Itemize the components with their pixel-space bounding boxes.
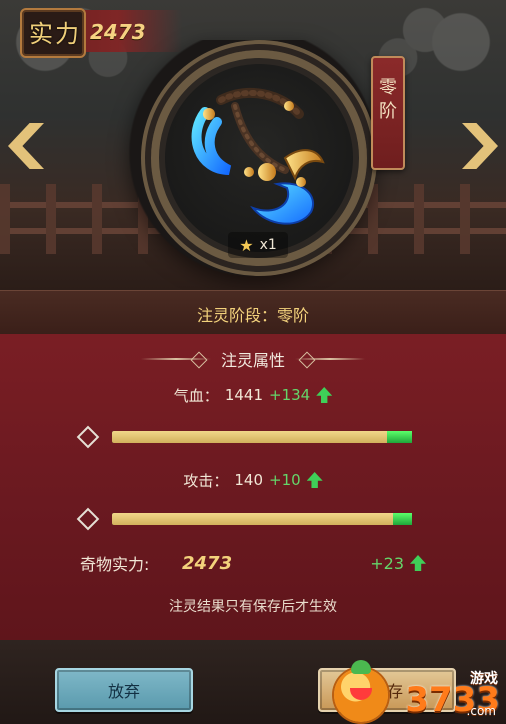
hp-bar-row: [76, 425, 426, 449]
cancel-button[interactable]: 放弃: [55, 668, 193, 712]
artifact-power-row: 奇物实力: 2473 +23: [80, 548, 426, 578]
atk-value: 140: [234, 471, 263, 489]
artifact-image: [191, 88, 325, 225]
artifact-power-gain-wrap: +23: [370, 554, 426, 573]
attributes-title-text: 注灵属性: [220, 351, 285, 370]
hp-value: 1441: [224, 386, 263, 404]
atk-stat: 攻击： 140 +10: [0, 466, 506, 494]
cancel-button-label: 放弃: [107, 682, 140, 701]
strength-badge: 实力: [20, 8, 86, 58]
star-multiplier: x1: [259, 237, 277, 253]
arrow-up-icon: [410, 555, 426, 571]
hp-gain: +134: [269, 386, 311, 404]
sword-icon: [76, 507, 100, 531]
hp-label: 气血：: [173, 386, 219, 405]
atk-bar-gain: [392, 513, 412, 525]
save-button-label: 保存: [370, 682, 403, 701]
atk-bar-base: [112, 513, 393, 525]
stage-tag: 零阶: [371, 56, 405, 170]
hp-bar-base: [112, 431, 387, 443]
artifact-power-gain: +23: [370, 553, 404, 573]
hp-bar-gain: [386, 431, 412, 443]
ornament-left-icon: [140, 358, 211, 360]
artifact-scene: 实力 2473 ★ x1 零阶: [0, 0, 506, 290]
atk-bar-row: [76, 507, 426, 531]
hp-stat: 气血： 1441 +134: [0, 381, 506, 409]
star-icon: ★: [239, 235, 254, 255]
stage-tag-text: 零阶: [379, 77, 397, 122]
chevron-right-icon[interactable]: [462, 123, 498, 169]
artifact-power-label: 奇物实力:: [80, 555, 150, 574]
attributes-title: 注灵属性: [0, 345, 506, 373]
hp-bar: [112, 431, 412, 443]
arrow-up-icon: [316, 387, 332, 403]
artifact-power-value: 2473: [182, 552, 233, 574]
heart-icon: [76, 425, 100, 449]
artifact-star-count: ★ x1: [228, 232, 288, 258]
atk-gain: +10: [269, 471, 301, 489]
ornament-right-icon: [295, 358, 365, 360]
stage-banner: 注灵阶段：零阶: [0, 290, 506, 336]
atk-bar: [112, 513, 412, 525]
strength-badge-text: 实力: [29, 20, 81, 48]
save-button[interactable]: 保存: [318, 668, 456, 712]
atk-label: 攻击：: [183, 471, 229, 490]
stage-banner-text: 注灵阶段：零阶: [196, 306, 309, 325]
chevron-left-icon[interactable]: [8, 123, 44, 169]
arrow-up-icon: [307, 472, 323, 488]
save-note: 注灵结果只有保存后才生效: [169, 599, 337, 615]
